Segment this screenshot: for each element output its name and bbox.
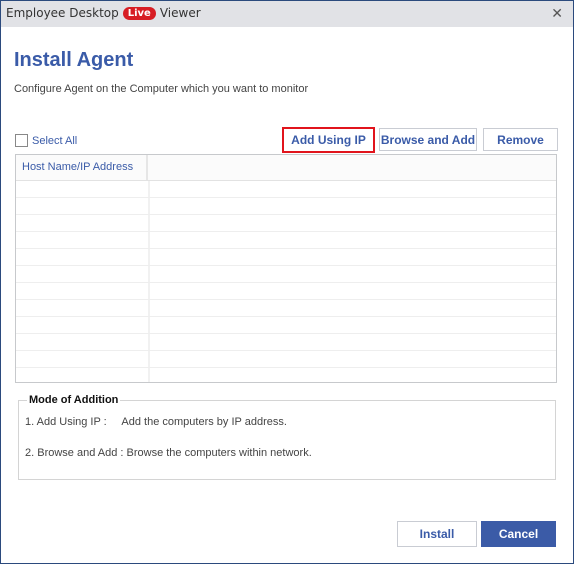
browse-and-add-button[interactable]: Browse and Add <box>379 128 477 151</box>
install-button[interactable]: Install <box>397 521 477 547</box>
table-row[interactable] <box>16 317 556 334</box>
table-header: Host Name/IP Address <box>16 155 556 181</box>
table-row[interactable] <box>16 232 556 249</box>
install-agent-window: Employee Desktop Live Viewer ✕ Install A… <box>0 0 574 564</box>
table-cell-host <box>16 266 150 282</box>
table-row[interactable] <box>16 249 556 266</box>
table-row[interactable] <box>16 266 556 283</box>
table-row[interactable] <box>16 283 556 300</box>
title-viewer: Viewer <box>159 6 201 20</box>
table-row[interactable] <box>16 300 556 317</box>
page-subtitle: Configure Agent on the Computer which yo… <box>14 83 309 95</box>
mode-of-addition-title: Mode of Addition <box>27 394 121 406</box>
table-cell-host <box>16 351 150 367</box>
table-row[interactable] <box>16 198 556 215</box>
table-cell-host <box>16 198 150 214</box>
table-cell-host <box>16 283 150 299</box>
window-title: Employee Desktop Live Viewer <box>6 6 201 20</box>
table-body <box>16 181 556 382</box>
checkbox-icon[interactable] <box>15 134 28 147</box>
table-cell-host <box>16 317 150 333</box>
column-header-host[interactable]: Host Name/IP Address <box>16 155 148 180</box>
close-icon[interactable]: ✕ <box>551 5 563 22</box>
mode-of-addition-group: Mode of Addition 1. Add Using IP : Add t… <box>18 394 556 480</box>
page-title: Install Agent <box>14 49 134 71</box>
host-table[interactable]: Host Name/IP Address <box>15 154 557 383</box>
column-header-extra <box>148 155 154 180</box>
table-cell-host <box>16 368 150 382</box>
select-all-checkbox[interactable]: Select All <box>15 134 77 147</box>
mode-item-browse-and-add: 2. Browse and Add : Browse the computers… <box>25 447 312 459</box>
table-row[interactable] <box>16 181 556 198</box>
title-app-name: Employee Desktop <box>6 6 119 20</box>
table-row[interactable] <box>16 368 556 382</box>
table-cell-host <box>16 215 150 231</box>
cancel-button[interactable]: Cancel <box>481 521 556 547</box>
select-all-label: Select All <box>32 134 78 147</box>
table-cell-host <box>16 249 150 265</box>
table-cell-host <box>16 181 150 197</box>
table-cell-host <box>16 300 150 316</box>
title-bar: Employee Desktop Live Viewer ✕ <box>1 1 573 27</box>
table-cell-host <box>16 232 150 248</box>
table-row[interactable] <box>16 215 556 232</box>
live-badge: Live <box>122 6 156 20</box>
remove-button[interactable]: Remove <box>483 128 558 151</box>
table-cell-host <box>16 334 150 350</box>
table-row[interactable] <box>16 351 556 368</box>
add-using-ip-button[interactable]: Add Using IP <box>282 127 375 153</box>
mode-item-add-using-ip: 1. Add Using IP : Add the computers by I… <box>25 416 287 428</box>
table-row[interactable] <box>16 334 556 351</box>
